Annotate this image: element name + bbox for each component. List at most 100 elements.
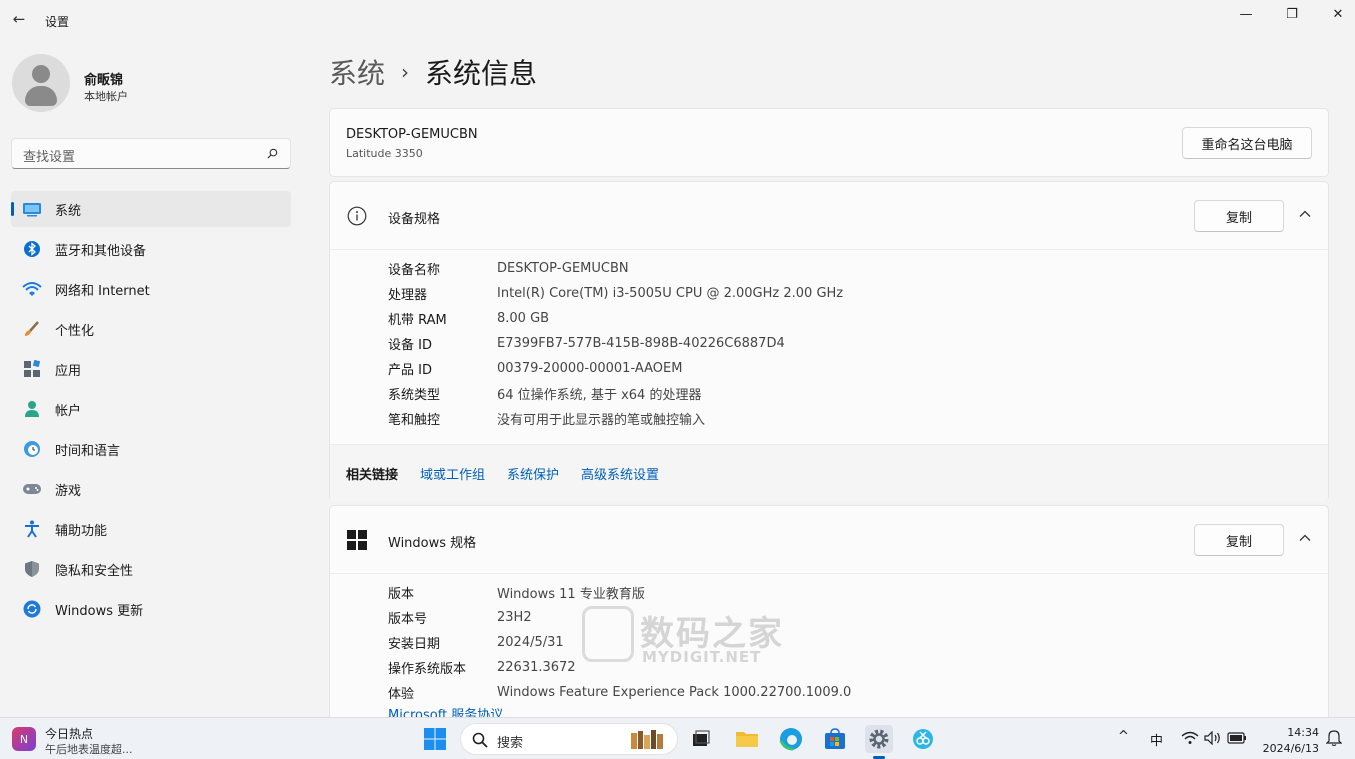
breadcrumb: 系统 › 系统信息 xyxy=(329,52,537,92)
spec-key: 版本 xyxy=(388,587,415,602)
sidebar-item-label: 蓝牙和其他设备 xyxy=(55,243,147,259)
wifi-icon xyxy=(21,278,43,300)
tray-overflow-chevron-icon[interactable]: ^ xyxy=(1118,729,1129,744)
accessibility-icon xyxy=(21,518,43,540)
sidebar-item-accounts[interactable]: 帐户 xyxy=(11,391,291,427)
sidebar-item-accessibility[interactable]: 辅助功能 xyxy=(11,511,291,547)
news-widget-subtitle[interactable]: 午后地表温度超... xyxy=(45,741,133,757)
task-view-button[interactable] xyxy=(687,725,715,753)
network-tray-button[interactable] xyxy=(1178,726,1202,750)
sidebar-item-label: 网络和 Internet xyxy=(55,283,150,299)
bell-icon xyxy=(1326,730,1342,747)
spec-key: 设备 ID xyxy=(388,338,432,353)
gamepad-icon xyxy=(21,478,43,500)
speaker-icon xyxy=(1204,731,1220,745)
sidebar-item-gaming[interactable]: 游戏 xyxy=(11,471,291,507)
info-icon xyxy=(347,206,367,226)
snipping-tool-icon xyxy=(913,729,933,749)
news-widget-title[interactable]: 今日热点 xyxy=(45,725,93,742)
store-icon xyxy=(825,728,845,749)
sidebar-item-label: 应用 xyxy=(55,363,82,379)
edge-button[interactable] xyxy=(777,725,805,753)
settings-app-button[interactable] xyxy=(865,725,893,753)
search-input[interactable]: 查找设置 xyxy=(11,138,291,169)
ime-indicator[interactable]: 中 xyxy=(1150,730,1163,749)
close-button[interactable]: ✕ xyxy=(1323,4,1353,24)
chevron-up-icon[interactable] xyxy=(1298,207,1312,221)
back-button[interactable]: ← xyxy=(8,8,30,30)
spec-value: E7399FB7-577B-415B-898B-40226C6887D4 xyxy=(497,336,785,351)
sidebar-item-label: Windows 更新 xyxy=(55,603,144,619)
news-widget-icon[interactable]: N xyxy=(12,727,36,751)
update-icon xyxy=(21,598,43,620)
spec-value: 没有可用于此显示器的笔或触控输入 xyxy=(497,413,706,428)
shield-icon xyxy=(21,558,43,580)
file-explorer-button[interactable] xyxy=(733,725,761,753)
sidebar-item-windows-update[interactable]: Windows 更新 xyxy=(11,591,291,627)
avatar[interactable] xyxy=(12,54,70,112)
taskbar-search[interactable]: 搜索 xyxy=(460,723,678,755)
link-advanced-system-settings[interactable]: 高级系统设置 xyxy=(581,464,659,483)
gear-icon xyxy=(869,729,889,749)
search-icon xyxy=(267,148,278,159)
link-system-protection[interactable]: 系统保护 xyxy=(507,464,559,483)
watermark: 数码之家 MYDIGIT.NET xyxy=(582,606,782,670)
clock-time[interactable]: 14:34 xyxy=(1287,726,1319,739)
brush-icon xyxy=(21,318,43,340)
windows-start-icon xyxy=(424,728,446,750)
spec-value: Windows 11 专业教育版 xyxy=(497,587,645,602)
sidebar-item-system[interactable]: 系统 xyxy=(11,191,291,227)
chevron-up-icon[interactable] xyxy=(1298,531,1312,545)
search-placeholder: 查找设置 xyxy=(23,150,76,165)
pc-name-card: DESKTOP-GEMUCBN Latitude 3350 重命名这台电脑 xyxy=(329,108,1329,177)
spec-row: 产品 ID 00379-20000-00001-AAOEM xyxy=(388,356,843,381)
clock-date[interactable]: 2024/6/13 xyxy=(1263,742,1319,755)
copy-device-specs-button[interactable]: 复制 xyxy=(1194,200,1284,232)
folder-icon xyxy=(736,732,758,747)
maximize-button[interactable]: ❐ xyxy=(1277,4,1307,24)
device-specs-title: 设备规格 xyxy=(388,212,441,227)
spec-row: 设备 ID E7399FB7-577B-415B-898B-40226C6887D… xyxy=(388,331,843,356)
edge-icon xyxy=(779,728,802,751)
battery-tray-button[interactable] xyxy=(1225,726,1249,750)
spec-row: 体验 Windows Feature Experience Pack 1000.2… xyxy=(388,680,851,705)
spec-value: 2024/5/31 xyxy=(497,635,564,650)
sidebar-item-network[interactable]: 网络和 Internet xyxy=(11,271,291,307)
battery-icon xyxy=(1227,732,1246,744)
sidebar-item-label: 帐户 xyxy=(55,403,82,419)
snipping-tool-button[interactable] xyxy=(909,725,937,753)
windows-specs-title: Windows 规格 xyxy=(388,536,477,551)
related-links-label: 相关链接 xyxy=(346,468,399,483)
wifi-icon xyxy=(1181,731,1199,744)
sidebar-item-label: 隐私和安全性 xyxy=(55,563,134,579)
pc-name: DESKTOP-GEMUCBN xyxy=(346,127,478,142)
breadcrumb-parent[interactable]: 系统 xyxy=(329,52,385,92)
minimize-button[interactable]: — xyxy=(1231,4,1261,24)
link-domain-workgroup[interactable]: 域或工作组 xyxy=(420,464,485,483)
rename-pc-button[interactable]: 重命名这台电脑 xyxy=(1182,127,1312,159)
spec-value: Intel(R) Core(TM) i3-5005U CPU @ 2.00GHz… xyxy=(497,286,844,301)
notifications-button[interactable] xyxy=(1323,726,1345,750)
windows-specs-header[interactable]: Windows 规格 复制 xyxy=(330,506,1328,573)
sidebar-item-personalization[interactable]: 个性化 xyxy=(11,311,291,347)
sidebar-item-bluetooth[interactable]: 蓝牙和其他设备 xyxy=(11,231,291,267)
sidebar-item-apps[interactable]: 应用 xyxy=(11,351,291,387)
windows-specs-card: Windows 规格 复制 版本 Windows 11 专业教育版 版本号 23H2… xyxy=(329,505,1329,717)
copy-windows-specs-button[interactable]: 复制 xyxy=(1194,524,1284,556)
spec-key: 版本号 xyxy=(388,612,428,627)
start-button[interactable] xyxy=(421,725,449,753)
spec-value: 8.00 GB xyxy=(497,311,550,326)
store-button[interactable] xyxy=(821,725,849,753)
volume-tray-button[interactable] xyxy=(1201,726,1225,750)
page-title: 系统信息 xyxy=(425,57,538,90)
sidebar-nav: 系统 蓝牙和其他设备 网络和 Internet 个性化 应用 帐户 时间和语言 … xyxy=(11,191,291,631)
sidebar-item-label: 个性化 xyxy=(55,323,95,339)
device-specs-header[interactable]: 设备规格 复制 xyxy=(330,182,1328,249)
microsoft-service-agreement-link[interactable]: Microsoft 服务协议 xyxy=(388,705,851,717)
sidebar-item-time-language[interactable]: 时间和语言 xyxy=(11,431,291,467)
watermark-subtext: MYDIGIT.NET xyxy=(642,648,762,666)
avatar-head xyxy=(32,65,50,83)
watermark-logo xyxy=(582,606,634,662)
sidebar-item-privacy[interactable]: 隐私和安全性 xyxy=(11,551,291,587)
spec-key: 系统类型 xyxy=(388,388,441,403)
